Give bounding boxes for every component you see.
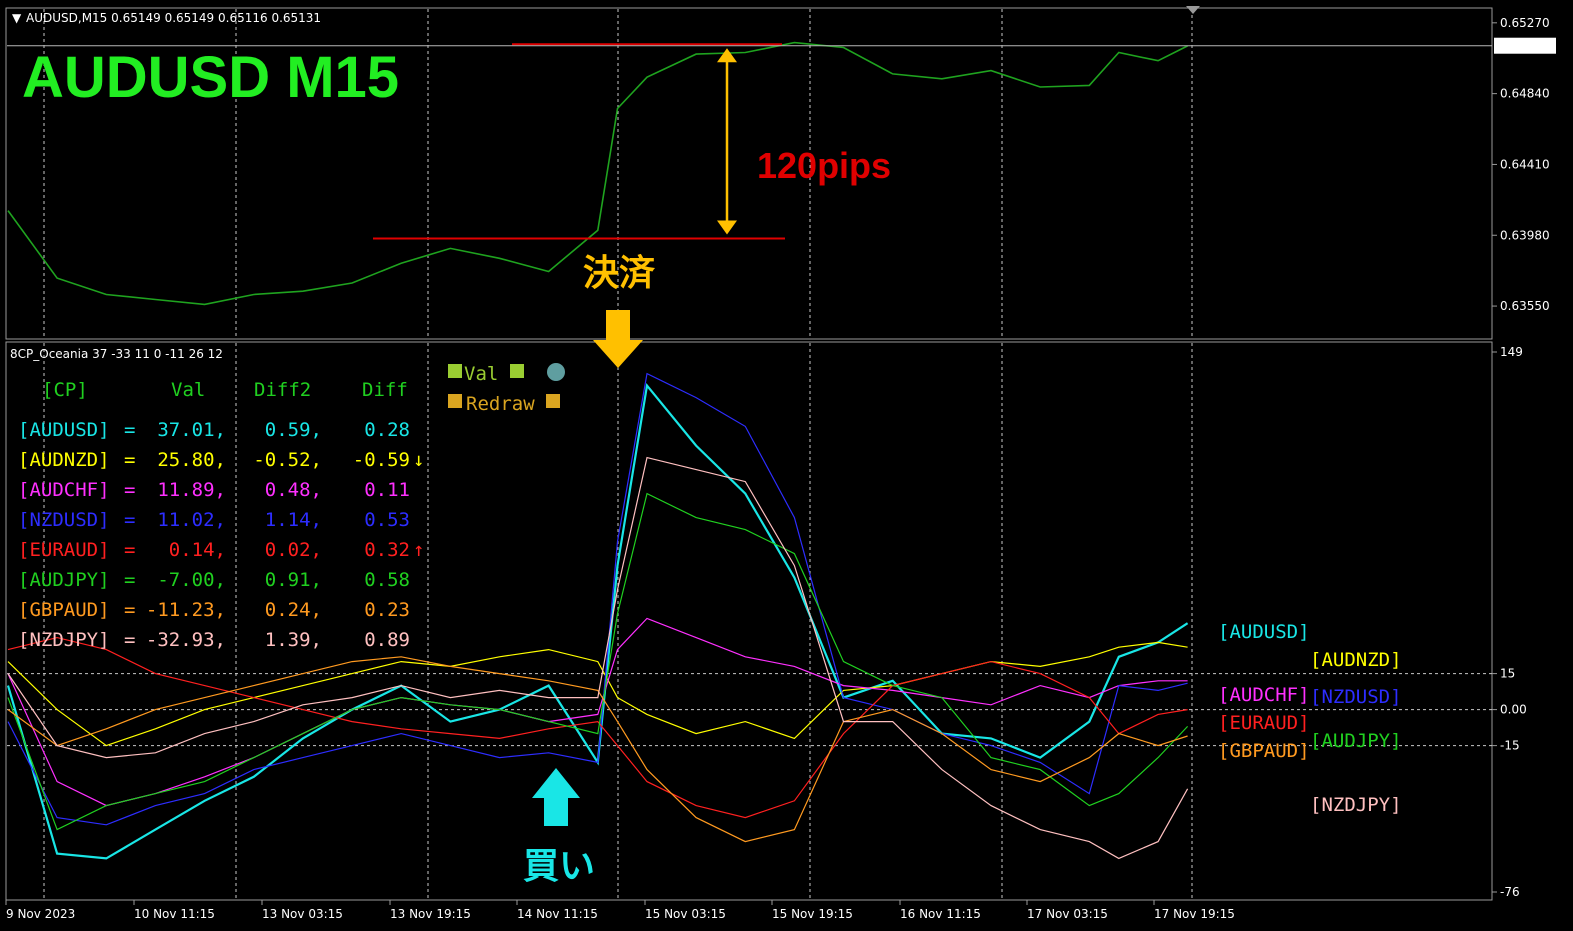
time-tick-label: 13 Nov 19:15: [390, 907, 471, 921]
time-axis: 9 Nov 2023 10 Nov 11:15 13 Nov 03:15 13 Nov…: [5, 900, 1235, 921]
row-diff: 0.58: [364, 569, 410, 591]
row-diff: 0.89: [364, 629, 410, 651]
row-diff: 0.53: [364, 509, 410, 531]
row-trend-arrow: ↓: [413, 449, 424, 471]
redraw-swatch-left-icon: [448, 394, 462, 408]
big-title: AUDUSD M15: [22, 45, 399, 110]
row-pair: [EURAUD]: [18, 539, 110, 561]
price-tick-label: 0.64840: [1500, 87, 1550, 101]
series-end-label: [NZDJPY]: [1310, 794, 1402, 816]
row-val: 0.14,: [169, 539, 226, 561]
row-diff2: 1.14,: [265, 509, 322, 531]
time-tick-label: 16 Nov 11:15: [900, 907, 981, 921]
row-pair: [NZDUSD]: [18, 509, 110, 531]
indicator-tick-label: 0.00: [1500, 703, 1527, 717]
indicator-tick-label: 15: [1500, 667, 1515, 681]
row-diff2: 0.24,: [265, 599, 322, 621]
row-diff: 0.32: [364, 539, 410, 561]
row-val: -7.00,: [157, 569, 226, 591]
series-end-label: [AUDJPY]: [1310, 730, 1402, 752]
row-diff2: 0.59,: [265, 419, 322, 441]
row-val: 11.89,: [157, 479, 226, 501]
status-dot-icon[interactable]: [547, 363, 565, 381]
row-eq: =: [124, 419, 135, 441]
indicator-tick-label: -76: [1500, 885, 1520, 899]
time-tick-label: 14 Nov 11:15: [517, 907, 598, 921]
indicator-table: [CP] Val Diff2 Diff [AUDUSD] = 37.01, 0.59,…: [18, 379, 424, 651]
row-pair: [AUDCHF]: [18, 479, 110, 501]
indicator-tick-label: -15: [1500, 739, 1520, 753]
time-tick-label: 13 Nov 03:15: [262, 907, 343, 921]
row-val: 11.02,: [157, 509, 226, 531]
price-tick-label: 0.63980: [1500, 228, 1550, 242]
row-diff: 0.23: [364, 599, 410, 621]
series-end-label: [AUDUSD]: [1218, 621, 1310, 643]
val-swatch-right-icon: [510, 364, 524, 378]
time-tick-label: 9 Nov 2023: [6, 907, 75, 921]
indicator-tick-label: 149: [1500, 345, 1523, 359]
symbol-info: AUDUSD,M15 0.65149 0.65149 0.65116 0.651…: [26, 11, 321, 25]
row-eq: =: [124, 539, 135, 561]
price-tick-label: 0.65270: [1500, 16, 1550, 30]
pips-label: 120pips: [757, 145, 891, 186]
row-pair: [NZDJPY]: [18, 629, 110, 651]
price-tick-label: 0.64410: [1500, 157, 1550, 171]
row-val: 25.80,: [157, 449, 226, 471]
row-pair: [AUDUSD]: [18, 419, 110, 441]
price-tick-label: 0.63550: [1500, 299, 1550, 313]
col-header-cp: [CP]: [42, 379, 88, 401]
row-diff2: 0.91,: [265, 569, 322, 591]
series-end-label: [AUDNZD]: [1310, 649, 1402, 671]
col-header-val: Val: [171, 379, 205, 401]
indicator-axis: 149 15 0.00 -15 -76: [1492, 345, 1527, 899]
row-diff2: 1.39,: [265, 629, 322, 651]
row-diff: 0.11: [364, 479, 410, 501]
series-end-label: [AUDCHF]: [1218, 684, 1310, 706]
col-header-diff2: Diff2: [254, 379, 311, 401]
dropdown-triangle-icon[interactable]: ▼: [12, 11, 22, 25]
row-val: -11.23,: [146, 599, 226, 621]
row-val: -32.93,: [146, 629, 226, 651]
time-tick-label: 15 Nov 03:15: [645, 907, 726, 921]
row-eq: =: [124, 599, 135, 621]
indicator-info: 8CP_Oceania 37 -33 11 0 -11 26 12: [10, 347, 223, 361]
row-pair: [AUDNZD]: [18, 449, 110, 471]
series-end-label: [NZDUSD]: [1310, 686, 1402, 708]
row-diff: -0.59: [353, 449, 410, 471]
buy-label: 買い: [523, 846, 595, 887]
row-diff2: -0.52,: [253, 449, 322, 471]
time-tick-label: 17 Nov 03:15: [1027, 907, 1108, 921]
mt4-chart-window[interactable]: ▼ AUDUSD,M15 0.65149 0.65149 0.65116 0.6…: [0, 0, 1573, 931]
row-eq: =: [124, 509, 135, 531]
row-trend-arrow: ↑: [413, 539, 424, 561]
row-eq: =: [124, 479, 135, 501]
val-swatch-left-icon: [448, 364, 462, 378]
series-end-label: [GBPAUD]: [1218, 740, 1310, 762]
time-tick-label: 10 Nov 11:15: [134, 907, 215, 921]
col-header-diff: Diff: [362, 379, 408, 401]
close-label: 決済: [583, 253, 655, 294]
time-tick-label: 17 Nov 19:15: [1154, 907, 1235, 921]
current-price-label: 0.65131: [1499, 39, 1549, 53]
redraw-widget-label: Redraw: [466, 393, 535, 415]
val-widget-label: Val: [464, 363, 498, 385]
time-tick-label: 15 Nov 19:15: [772, 907, 853, 921]
row-eq: =: [124, 569, 135, 591]
redraw-swatch-right-icon: [546, 394, 560, 408]
row-diff2: 0.48,: [265, 479, 322, 501]
row-pair: [AUDJPY]: [18, 569, 110, 591]
row-eq: =: [124, 449, 135, 471]
row-eq: =: [124, 629, 135, 651]
row-diff2: 0.02,: [265, 539, 322, 561]
series-end-label: [EURAUD]: [1218, 712, 1310, 734]
row-pair: [GBPAUD]: [18, 599, 110, 621]
row-val: 37.01,: [157, 419, 226, 441]
row-diff: 0.28: [364, 419, 410, 441]
